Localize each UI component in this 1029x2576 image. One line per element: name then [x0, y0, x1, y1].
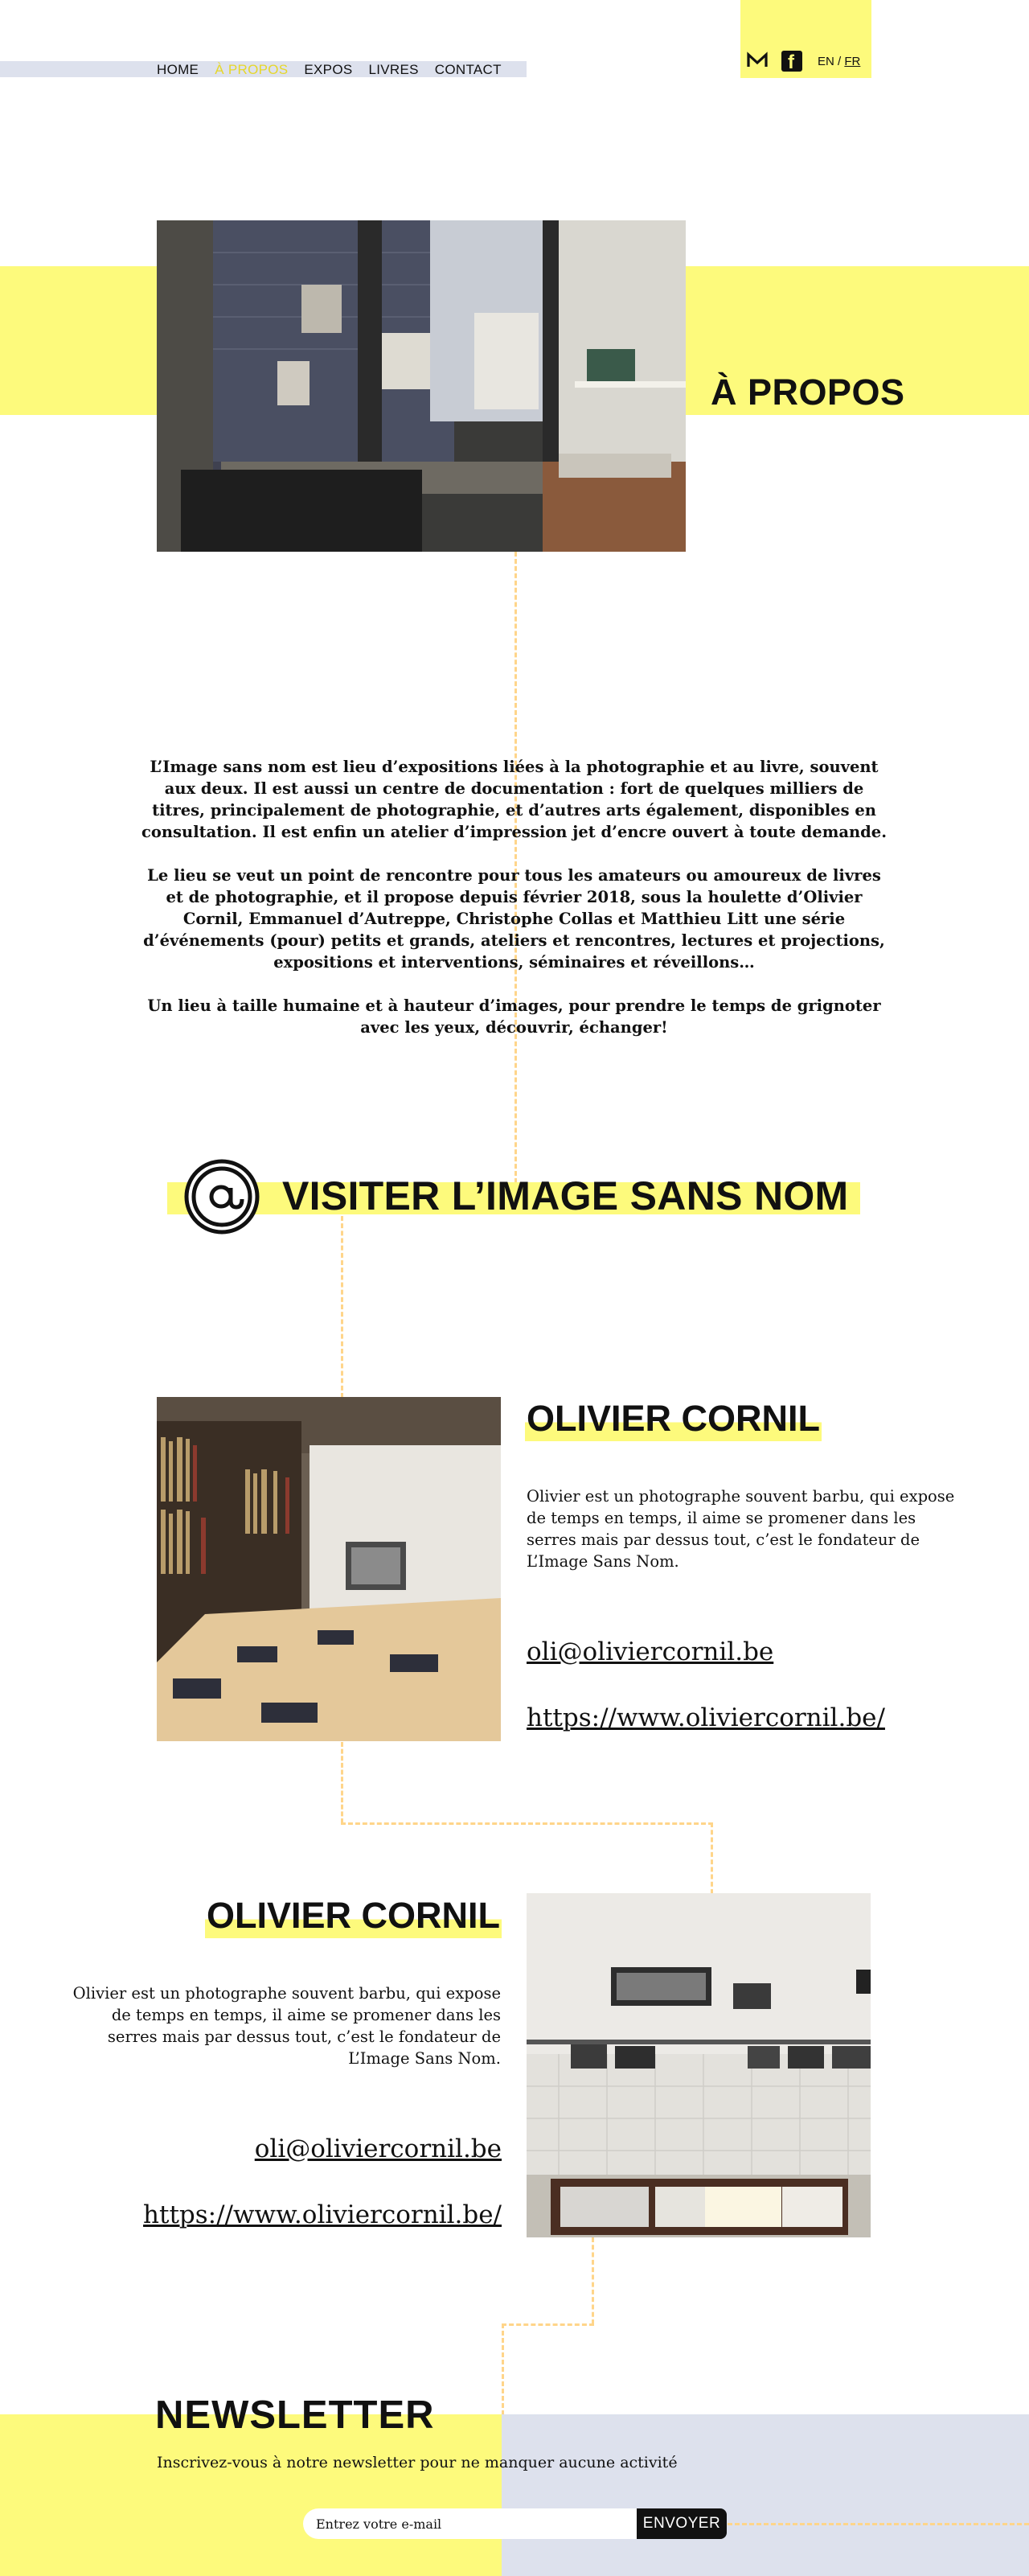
mail-icon[interactable]	[746, 51, 769, 69]
about-paragraph: Un lieu à taille humaine et à hauteur d’…	[147, 996, 881, 1037]
at-sign-icon	[184, 1159, 260, 1235]
person-name-wrap: OLIVIER CORNIL	[204, 1893, 502, 1938]
person-description: Olivier est un photographe souvent barbu…	[72, 1984, 501, 2068]
person-website-link[interactable]: https://www.oliviercornil.be/	[143, 2200, 502, 2229]
person-description: Olivier est un photographe souvent barbu…	[527, 1487, 955, 1571]
gallery-window-photo	[157, 220, 686, 552]
about-paragraph: Le lieu se veut un point de rencontre po…	[143, 866, 885, 972]
about-text: L’Image sans nom est lieu d’expositions …	[138, 756, 890, 1060]
person-email-link[interactable]: oli@oliviercornil.be	[527, 1637, 773, 1666]
newsletter-grey-panel	[502, 2414, 1029, 2576]
newsletter-submit-button[interactable]: ENVOYER	[637, 2508, 727, 2539]
dashed-connector	[711, 1822, 713, 1894]
newsletter-subtitle: Inscrivez-vous à notre newsletter pour n…	[157, 2454, 678, 2471]
lang-separator: /	[834, 55, 845, 68]
dashed-connector	[341, 1216, 343, 1398]
dashed-connector	[502, 2323, 504, 2415]
main-nav: HOME À PROPOS EXPOS LIVRES CONTACT	[157, 62, 502, 78]
dashed-connector	[728, 2523, 1029, 2525]
facebook-icon[interactable]: f	[781, 51, 802, 73]
nav-item-livres[interactable]: LIVRES	[369, 62, 419, 78]
nav-item-a-propos[interactable]: À PROPOS	[215, 62, 288, 78]
about-paragraph: L’Image sans nom est lieu d’expositions …	[141, 758, 887, 841]
dashed-connector	[341, 1742, 343, 1823]
nav-item-expos[interactable]: EXPOS	[304, 62, 352, 78]
person-email-wrap: oli@oliviercornil.be	[255, 2134, 502, 2163]
person-name: OLIVIER CORNIL	[525, 1396, 822, 1441]
hero-yellow-band-left	[0, 266, 157, 415]
lang-fr[interactable]: FR	[844, 55, 860, 68]
nav-item-home[interactable]: HOME	[157, 62, 199, 78]
dashed-connector	[341, 1822, 713, 1825]
person-email-link[interactable]: oli@oliviercornil.be	[255, 2134, 502, 2163]
dashed-connector	[592, 2237, 594, 2324]
library-photo	[157, 1397, 501, 1741]
about-title: À PROPOS	[711, 372, 905, 413]
person-website-wrap: https://www.oliviercornil.be/	[143, 2200, 502, 2229]
person-name: OLIVIER CORNIL	[204, 1893, 502, 1938]
newsletter-yellow-panel	[0, 2414, 502, 2576]
lang-en[interactable]: EN	[818, 55, 834, 68]
newsletter-title: NEWSLETTER	[155, 2393, 435, 2437]
language-switcher: EN / FR	[818, 55, 860, 68]
exhibition-photo	[527, 1893, 871, 2237]
nav-item-contact[interactable]: CONTACT	[435, 62, 502, 78]
person-website-link[interactable]: https://www.oliviercornil.be/	[527, 1703, 885, 1732]
newsletter-email-input[interactable]	[303, 2508, 637, 2539]
dashed-connector	[502, 2323, 594, 2326]
visit-title: VISITER L’IMAGE SANS NOM	[282, 1173, 849, 1218]
